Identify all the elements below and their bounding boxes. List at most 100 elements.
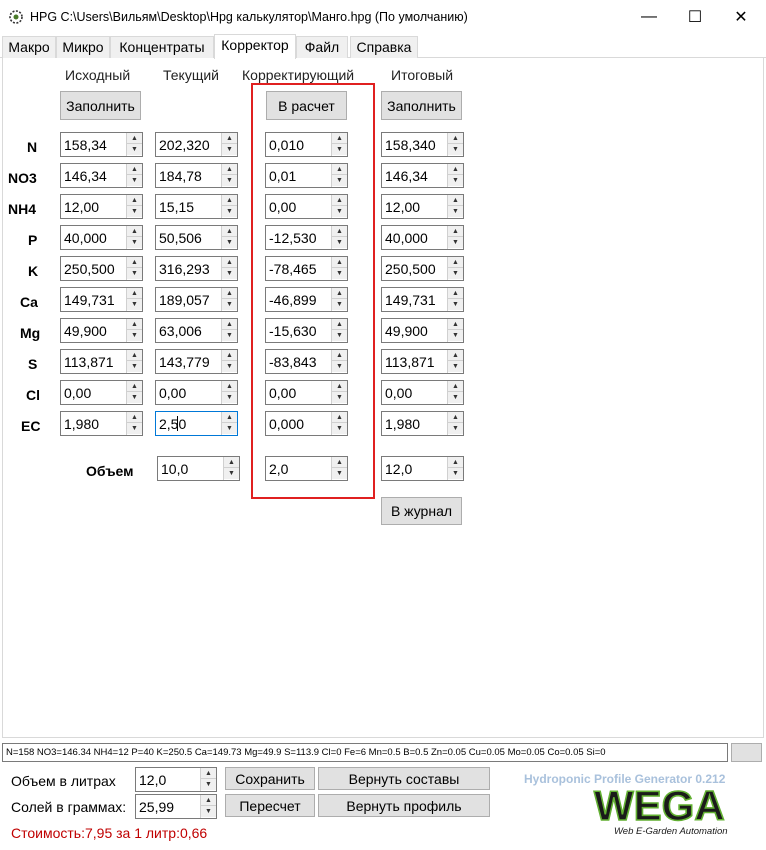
spin-up-icon[interactable]: ▲ — [448, 350, 463, 361]
spin-up-icon[interactable]: ▲ — [222, 350, 237, 361]
spin-up-icon[interactable]: ▲ — [222, 226, 237, 237]
restore-compositions-button[interactable]: Вернуть составы — [318, 767, 490, 790]
spin-up-icon[interactable]: ▲ — [127, 381, 142, 392]
source-p-spinner[interactable]: 40,000 ▲ ▼ — [60, 225, 143, 250]
spin-up-icon[interactable]: ▲ — [222, 288, 237, 299]
current-mg-spinner[interactable]: 63,006 ▲ ▼ — [155, 318, 238, 343]
spin-down-icon[interactable]: ▼ — [448, 299, 463, 310]
tab-concentrates[interactable]: Концентраты — [110, 36, 214, 58]
final-n-spinner[interactable]: 158,340 ▲ ▼ — [381, 132, 464, 157]
spin-up-icon[interactable]: ▲ — [127, 257, 142, 268]
spin-down-icon[interactable]: ▼ — [448, 361, 463, 372]
spin-down-icon[interactable]: ▼ — [127, 144, 142, 155]
spin-up-icon[interactable]: ▲ — [448, 457, 463, 468]
current-n-spinner[interactable]: 202,320 ▲ ▼ — [155, 132, 238, 157]
save-button[interactable]: Сохранить — [225, 767, 315, 790]
spin-up-icon[interactable]: ▲ — [222, 319, 237, 330]
current-ec-spinner[interactable]: 2,50 ▲ ▼ — [155, 411, 238, 436]
current-volume-spinner[interactable]: 10,0 ▲ ▼ — [157, 456, 240, 481]
spin-down-icon[interactable]: ▼ — [222, 423, 237, 434]
spin-up-icon[interactable]: ▲ — [448, 257, 463, 268]
spin-down-icon[interactable]: ▼ — [127, 268, 142, 279]
source-s-spinner[interactable]: 113,871 ▲ ▼ — [60, 349, 143, 374]
spin-down-icon[interactable]: ▼ — [222, 175, 237, 186]
final-ec-spinner[interactable]: 1,980 ▲ ▼ — [381, 411, 464, 436]
spin-up-icon[interactable]: ▲ — [127, 195, 142, 206]
final-cl-spinner[interactable]: 0,00 ▲ ▼ — [381, 380, 464, 405]
spin-down-icon[interactable]: ▼ — [222, 361, 237, 372]
restore-profile-button[interactable]: Вернуть профиль — [318, 794, 490, 817]
spin-down-icon[interactable]: ▼ — [448, 392, 463, 403]
spin-down-icon[interactable]: ▼ — [222, 392, 237, 403]
spin-up-icon[interactable]: ▲ — [222, 412, 237, 423]
spin-down-icon[interactable]: ▼ — [448, 175, 463, 186]
recalc-button[interactable]: Пересчет — [225, 794, 315, 817]
spin-down-icon[interactable]: ▼ — [201, 806, 216, 817]
spin-down-icon[interactable]: ▼ — [448, 330, 463, 341]
spin-up-icon[interactable]: ▲ — [222, 164, 237, 175]
tab-help[interactable]: Справка — [350, 36, 418, 58]
spin-down-icon[interactable]: ▼ — [201, 779, 216, 790]
spin-down-icon[interactable]: ▼ — [448, 206, 463, 217]
fill-final-button[interactable]: Заполнить — [381, 91, 462, 120]
spin-up-icon[interactable]: ▲ — [222, 133, 237, 144]
source-ca-spinner[interactable]: 149,731 ▲ ▼ — [60, 287, 143, 312]
current-p-spinner[interactable]: 50,506 ▲ ▼ — [155, 225, 238, 250]
spin-up-icon[interactable]: ▲ — [201, 795, 216, 806]
current-k-spinner[interactable]: 316,293 ▲ ▼ — [155, 256, 238, 281]
spin-up-icon[interactable]: ▲ — [222, 257, 237, 268]
spin-up-icon[interactable]: ▲ — [448, 412, 463, 423]
final-k-spinner[interactable]: 250,500 ▲ ▼ — [381, 256, 464, 281]
final-p-spinner[interactable]: 40,000 ▲ ▼ — [381, 225, 464, 250]
source-no3-spinner[interactable]: 146,34 ▲ ▼ — [60, 163, 143, 188]
tab-file[interactable]: Файл — [296, 36, 348, 58]
to-journal-button[interactable]: В журнал — [381, 497, 462, 525]
fill-source-button[interactable]: Заполнить — [60, 91, 141, 120]
spin-up-icon[interactable]: ▲ — [222, 381, 237, 392]
source-ec-spinner[interactable]: 1,980 ▲ ▼ — [60, 411, 143, 436]
spin-down-icon[interactable]: ▼ — [127, 237, 142, 248]
final-volume-spinner[interactable]: 12,0 ▲ ▼ — [381, 456, 464, 481]
tab-corrector[interactable]: Корректор — [214, 34, 296, 59]
final-nh4-spinner[interactable]: 12,00 ▲ ▼ — [381, 194, 464, 219]
spin-down-icon[interactable]: ▼ — [127, 423, 142, 434]
spin-down-icon[interactable]: ▼ — [448, 268, 463, 279]
source-n-spinner[interactable]: 158,34 ▲ ▼ — [60, 132, 143, 157]
spin-down-icon[interactable]: ▼ — [127, 299, 142, 310]
spin-down-icon[interactable]: ▼ — [127, 330, 142, 341]
spin-down-icon[interactable]: ▼ — [222, 268, 237, 279]
current-ca-spinner[interactable]: 189,057 ▲ ▼ — [155, 287, 238, 312]
spin-up-icon[interactable]: ▲ — [448, 133, 463, 144]
spin-down-icon[interactable]: ▼ — [448, 423, 463, 434]
spin-down-icon[interactable]: ▼ — [224, 468, 239, 479]
spin-down-icon[interactable]: ▼ — [448, 144, 463, 155]
volume-liters-spinner[interactable]: 12,0 ▲ ▼ — [135, 767, 217, 792]
spin-up-icon[interactable]: ▲ — [127, 412, 142, 423]
spin-down-icon[interactable]: ▼ — [448, 468, 463, 479]
source-mg-spinner[interactable]: 49,900 ▲ ▼ — [60, 318, 143, 343]
minimize-button[interactable]: — — [626, 0, 672, 34]
spin-down-icon[interactable]: ▼ — [127, 361, 142, 372]
current-no3-spinner[interactable]: 184,78 ▲ ▼ — [155, 163, 238, 188]
spin-down-icon[interactable]: ▼ — [222, 144, 237, 155]
spin-down-icon[interactable]: ▼ — [222, 330, 237, 341]
spin-up-icon[interactable]: ▲ — [222, 195, 237, 206]
spin-up-icon[interactable]: ▲ — [448, 319, 463, 330]
spin-up-icon[interactable]: ▲ — [448, 195, 463, 206]
source-cl-spinner[interactable]: 0,00 ▲ ▼ — [60, 380, 143, 405]
spin-up-icon[interactable]: ▲ — [127, 319, 142, 330]
final-s-spinner[interactable]: 113,871 ▲ ▼ — [381, 349, 464, 374]
spin-down-icon[interactable]: ▼ — [222, 237, 237, 248]
current-s-spinner[interactable]: 143,779 ▲ ▼ — [155, 349, 238, 374]
status-button[interactable] — [731, 743, 762, 762]
spin-up-icon[interactable]: ▲ — [127, 164, 142, 175]
final-ca-spinner[interactable]: 149,731 ▲ ▼ — [381, 287, 464, 312]
spin-up-icon[interactable]: ▲ — [448, 381, 463, 392]
salts-grams-spinner[interactable]: 25,99 ▲ ▼ — [135, 794, 217, 819]
spin-up-icon[interactable]: ▲ — [127, 350, 142, 361]
maximize-button[interactable]: ☐ — [672, 0, 718, 34]
spin-up-icon[interactable]: ▲ — [224, 457, 239, 468]
spin-down-icon[interactable]: ▼ — [222, 206, 237, 217]
current-cl-spinner[interactable]: 0,00 ▲ ▼ — [155, 380, 238, 405]
spin-down-icon[interactable]: ▼ — [127, 392, 142, 403]
